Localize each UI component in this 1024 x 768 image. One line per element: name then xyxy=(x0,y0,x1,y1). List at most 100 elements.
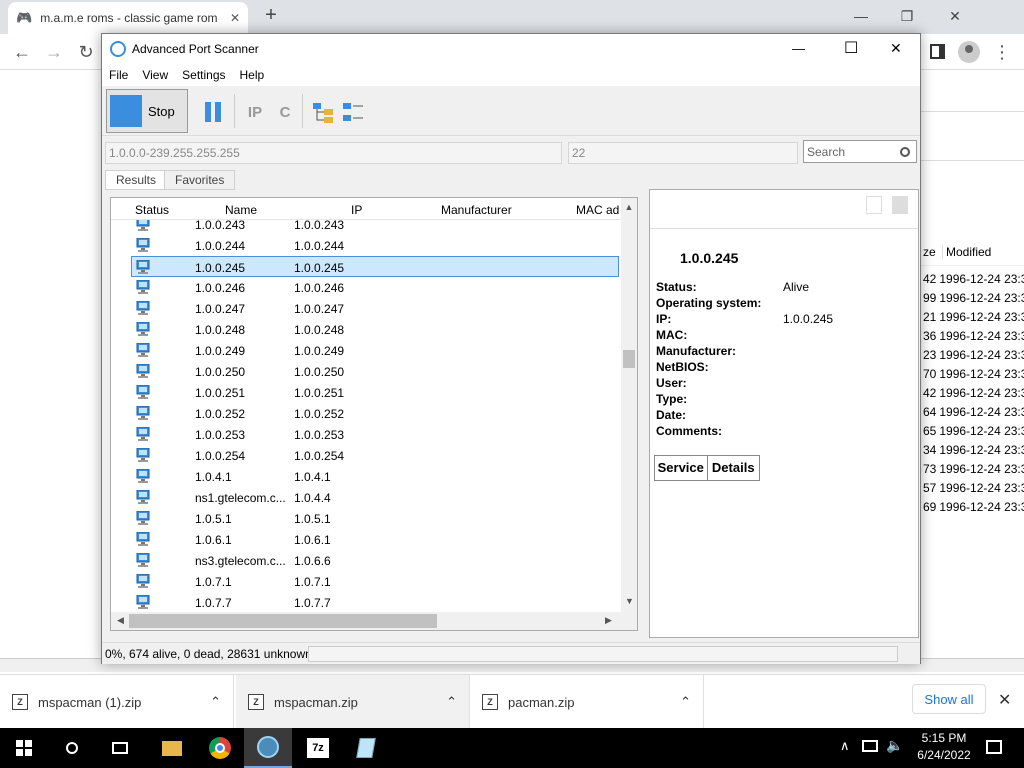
scanner-maximize-button[interactable]: ☐ xyxy=(844,38,858,58)
downloads-close-button[interactable]: ✕ xyxy=(998,690,1011,710)
column-status[interactable]: Status xyxy=(135,203,169,217)
column-size[interactable]: ze xyxy=(921,244,943,259)
table-row[interactable]: 1.0.0.244 1.0.0.244 xyxy=(111,235,621,256)
tab-favorites[interactable]: Favorites xyxy=(164,170,236,190)
chevron-up-icon[interactable]: ⌃ xyxy=(210,694,221,710)
pause-button[interactable] xyxy=(200,100,226,124)
subnet-c-icon[interactable]: C xyxy=(272,100,298,124)
expand-tree-icon[interactable] xyxy=(310,100,336,124)
stop-button[interactable]: Stop xyxy=(106,89,188,133)
column-modified[interactable]: Modified xyxy=(943,245,991,259)
profile-avatar[interactable] xyxy=(958,41,980,63)
tab-details[interactable]: Details xyxy=(708,456,760,480)
menu-view[interactable]: View xyxy=(135,68,175,82)
download-item[interactable]: Z mspacman.zip ⌃ xyxy=(236,675,470,729)
list-item[interactable]: 57 1996-12-24 23:3 xyxy=(921,478,1024,497)
ports-input[interactable]: 22 xyxy=(568,142,798,164)
network-icon[interactable] xyxy=(862,740,878,752)
table-row[interactable]: 1.0.0.253 1.0.0.253 xyxy=(111,424,621,445)
list-item[interactable]: 99 1996-12-24 23:3 xyxy=(921,288,1024,307)
table-row[interactable]: 1.0.6.1 1.0.6.1 xyxy=(111,529,621,550)
column-ip[interactable]: IP xyxy=(351,203,362,217)
chevron-up-icon[interactable]: ⌃ xyxy=(446,694,457,710)
table-row[interactable]: 1.0.0.250 1.0.0.250 xyxy=(111,361,621,382)
list-item[interactable]: 65 1996-12-24 23:3 xyxy=(921,421,1024,440)
list-item[interactable]: 21 1996-12-24 23:3 xyxy=(921,307,1024,326)
browser-tab[interactable]: 🎮 m.a.m.e roms - classic game rom ✕ xyxy=(8,2,248,34)
column-name[interactable]: Name xyxy=(225,203,257,217)
chevron-up-icon[interactable]: ⌃ xyxy=(680,694,691,710)
scroll-up-icon[interactable]: ▲ xyxy=(621,202,637,212)
horizontal-scrollbar[interactable]: ◀ ▶ xyxy=(111,612,637,630)
volume-icon[interactable]: 🔈 xyxy=(886,737,903,754)
list-item[interactable]: 69 1996-12-24 23:3 xyxy=(921,497,1024,516)
list-item[interactable]: 42 1996-12-24 23:3 xyxy=(921,269,1024,288)
start-button[interactable] xyxy=(0,728,48,768)
tray-chevron-up-icon[interactable]: ∧ xyxy=(840,738,850,754)
table-row[interactable]: 1.0.0.248 1.0.0.248 xyxy=(111,319,621,340)
scroll-left-icon[interactable]: ◀ xyxy=(117,615,124,626)
scanner-close-button[interactable]: ✕ xyxy=(890,40,902,57)
forward-button[interactable]: → xyxy=(44,42,64,62)
clock[interactable]: 5:15 PM 6/24/2022 xyxy=(904,730,984,766)
table-row[interactable]: 1.0.0.249 1.0.0.249 xyxy=(111,340,621,361)
tab-service[interactable]: Service xyxy=(655,456,708,480)
chrome-button[interactable] xyxy=(196,728,244,768)
list-item[interactable]: 70 1996-12-24 23:3 xyxy=(921,364,1024,383)
column-manufacturer[interactable]: Manufacturer xyxy=(441,203,512,217)
collapse-tree-icon[interactable] xyxy=(340,100,366,124)
table-row[interactable]: 1.0.0.252 1.0.0.252 xyxy=(111,403,621,424)
table-row[interactable]: ns1.gtelecom.c... 1.0.4.4 xyxy=(111,487,621,508)
table-row[interactable]: 1.0.4.1 1.0.4.1 xyxy=(111,466,621,487)
search-input[interactable]: Search xyxy=(803,140,917,163)
show-all-button[interactable]: Show all xyxy=(912,684,986,714)
export-icon[interactable] xyxy=(866,196,882,214)
scroll-right-icon[interactable]: ▶ xyxy=(605,615,612,626)
tab-close-icon[interactable]: ✕ xyxy=(230,11,240,25)
port-scanner-taskbar-button[interactable] xyxy=(244,728,292,768)
table-row[interactable]: 1.0.0.245 1.0.0.245 xyxy=(131,256,619,277)
download-item[interactable]: Z pacman.zip ⌃ xyxy=(470,675,704,729)
menu-file[interactable]: File xyxy=(102,68,135,82)
menu-help[interactable]: Help xyxy=(233,68,272,82)
browser-close-button[interactable]: ✕ xyxy=(932,4,978,28)
download-item[interactable]: Z mspacman (1).zip ⌃ xyxy=(0,675,234,729)
table-row[interactable]: 1.0.0.246 1.0.0.246 xyxy=(111,277,621,298)
column-mac[interactable]: MAC ad xyxy=(576,203,619,217)
list-item[interactable]: 23 1996-12-24 23:3 xyxy=(921,345,1024,364)
scroll-down-icon[interactable]: ▼ xyxy=(625,596,634,606)
list-item[interactable]: 73 1996-12-24 23:3 xyxy=(921,459,1024,478)
back-button[interactable]: ← xyxy=(12,42,32,62)
browser-minimize-button[interactable]: — xyxy=(838,4,884,28)
side-panel-icon[interactable] xyxy=(930,44,945,59)
browser-maximize-button[interactable]: ❐ xyxy=(884,4,930,28)
task-view-button[interactable] xyxy=(96,728,144,768)
reload-button[interactable]: ↻ xyxy=(76,42,96,62)
browser-menu-button[interactable]: ⋮ xyxy=(992,42,1012,62)
table-row[interactable]: ns3.gtelecom.c... 1.0.6.6 xyxy=(111,550,621,571)
new-tab-button[interactable]: + xyxy=(260,4,282,28)
tab-results[interactable]: Results xyxy=(105,170,168,190)
ip-range-input[interactable]: 1.0.0.0-239.255.255.255 xyxy=(105,142,562,164)
menu-settings[interactable]: Settings xyxy=(175,68,232,82)
scroll-thumb[interactable] xyxy=(129,614,437,628)
ip-subnet-icon[interactable]: IP xyxy=(242,100,268,124)
notifications-icon[interactable] xyxy=(986,740,1002,754)
save-icon[interactable] xyxy=(892,196,908,214)
list-item[interactable]: 64 1996-12-24 23:3 xyxy=(921,402,1024,421)
search-button[interactable] xyxy=(48,728,96,768)
table-row[interactable]: 1.0.7.7 1.0.7.7 xyxy=(111,592,621,612)
7zip-button[interactable]: 7z xyxy=(294,728,342,768)
list-item[interactable]: 34 1996-12-24 23:3 xyxy=(921,440,1024,459)
table-row[interactable]: 1.0.0.247 1.0.0.247 xyxy=(111,298,621,319)
list-item[interactable]: 36 1996-12-24 23:3 xyxy=(921,326,1024,345)
table-row[interactable]: 1.0.0.243 1.0.0.243 xyxy=(111,220,621,235)
table-row[interactable]: 1.0.5.1 1.0.5.1 xyxy=(111,508,621,529)
notepad-button[interactable] xyxy=(342,728,390,768)
table-row[interactable]: 1.0.7.1 1.0.7.1 xyxy=(111,571,621,592)
file-explorer-button[interactable] xyxy=(148,728,196,768)
table-row[interactable]: 1.0.0.254 1.0.0.254 xyxy=(111,445,621,466)
scanner-minimize-button[interactable]: — xyxy=(792,41,805,56)
list-item[interactable]: 42 1996-12-24 23:3 xyxy=(921,383,1024,402)
vertical-scrollbar[interactable]: ▲ ▼ xyxy=(621,198,637,612)
